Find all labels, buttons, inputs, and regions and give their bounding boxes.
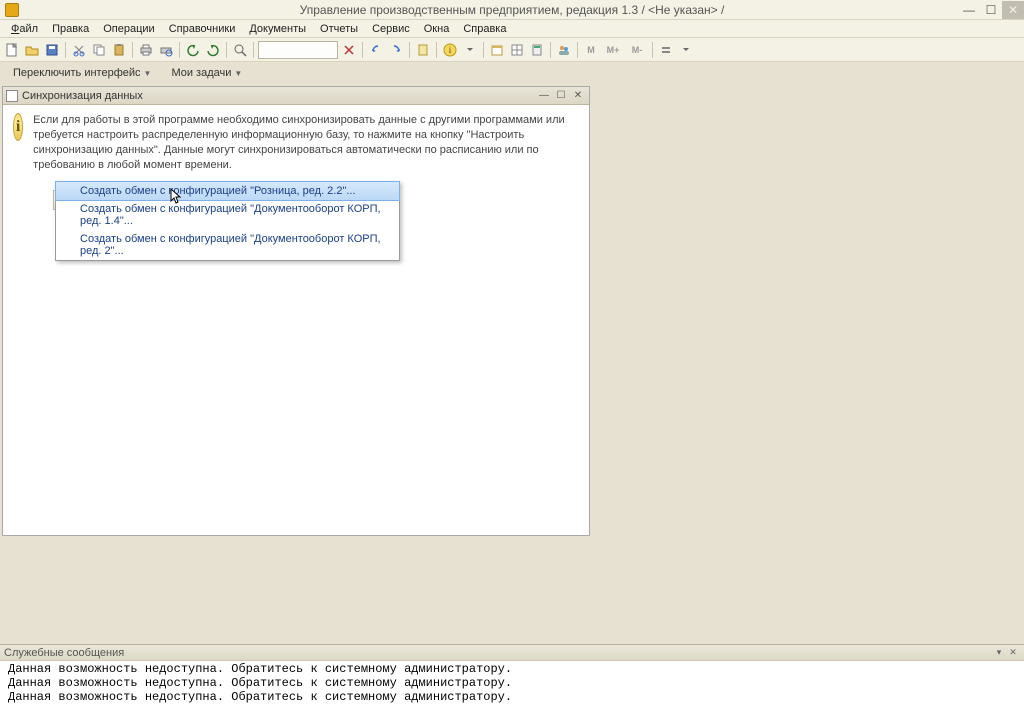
messages-titlebar: Служебные сообщения ▾ ✕ [0,645,1024,661]
tab-switch-interface[interactable]: Переключить интерфейс ▼ [5,65,159,81]
chevron-down-icon: ▼ [234,69,242,78]
main-toolbar: i M M+ M- [0,38,1024,62]
toolbar-separator [253,42,254,58]
tab-my-tasks[interactable]: Мои задачи ▼ [163,65,250,81]
toolbar-separator [652,42,653,58]
menu-file[interactable]: Файл [4,21,45,37]
copy-icon[interactable] [90,41,108,59]
calendar-icon[interactable] [488,41,506,59]
menu-windows[interactable]: Окна [417,21,457,37]
menu-edit[interactable]: Правка [45,21,96,37]
undo-icon[interactable] [184,41,202,59]
clipboard-icon[interactable] [414,41,432,59]
messages-collapse-button[interactable]: ▾ [992,647,1006,659]
sync-window-title: Синхронизация данных [22,90,535,102]
save-icon[interactable] [43,41,61,59]
sync-window: Синхронизация данных — ☐ ✕ i Если для ра… [2,86,590,536]
grid-icon[interactable] [508,41,526,59]
messages-panel: Служебные сообщения ▾ ✕ Данная возможнос… [0,644,1024,719]
toolbar-separator [483,42,484,58]
paste-icon[interactable] [110,41,128,59]
sync-dropdown-menu: Создать обмен с конфигурацией "Розница, … [55,181,400,261]
sync-minimize-button[interactable]: — [536,89,552,103]
tabs-bar: Переключить интерфейс ▼ Мои задачи ▼ [0,62,1024,84]
cut-icon[interactable] [70,41,88,59]
menu-help[interactable]: Справка [456,21,513,37]
message-line: Данная возможность недоступна. Обратитес… [8,663,1016,677]
toolbar-separator [550,42,551,58]
settings-icon[interactable] [657,41,675,59]
window-title: Управление производственным предприятием… [0,3,1024,17]
toolbar-separator [577,42,578,58]
chevron-down-icon: ▼ [144,69,152,78]
info-dropdown-icon[interactable] [461,41,479,59]
menu-documents[interactable]: Документы [242,21,313,37]
redo-icon[interactable] [204,41,222,59]
m-button[interactable]: M [582,41,600,59]
dropdown-item-doc-1-4[interactable]: Создать обмен с конфигурацией "Документо… [56,200,399,230]
toolbar-separator [179,42,180,58]
sync-window-titlebar: Синхронизация данных — ☐ ✕ [3,87,589,105]
menu-service[interactable]: Сервис [365,21,417,37]
sync-close-button[interactable]: ✕ [570,89,586,103]
menu-reports[interactable]: Отчеты [313,21,365,37]
menu-operations[interactable]: Операции [96,21,161,37]
menu-bar: Файл Правка Операции Справочники Докумен… [0,20,1024,38]
message-line: Данная возможность недоступна. Обратитес… [8,691,1016,705]
tab-label: Мои задачи [171,67,231,79]
calc-icon[interactable] [528,41,546,59]
title-bar: Управление производственным предприятием… [0,0,1024,20]
info-text: Если для работы в этой программе необход… [33,113,579,172]
settings-dropdown-icon[interactable] [677,41,695,59]
dropdown-item-roznitsa[interactable]: Создать обмен с конфигурацией "Розница, … [55,181,400,201]
users-icon[interactable] [555,41,573,59]
toolbar-separator [362,42,363,58]
open-icon[interactable] [23,41,41,59]
tab-label: Переключить интерфейс [13,67,141,79]
nav-back-icon[interactable] [367,41,385,59]
workspace: Синхронизация данных — ☐ ✕ i Если для ра… [0,84,1024,644]
info-icon: i [13,113,23,141]
print-preview-icon[interactable] [157,41,175,59]
messages-close-button[interactable]: ✕ [1006,647,1020,659]
print-icon[interactable] [137,41,155,59]
toolbar-separator [132,42,133,58]
toolbar-separator [226,42,227,58]
messages-body[interactable]: Данная возможность недоступна. Обратитес… [0,661,1024,719]
new-doc-icon[interactable] [3,41,21,59]
toolbar-separator [409,42,410,58]
message-line: Данная возможность недоступна. Обратитес… [8,677,1016,691]
toolbar-dropdown[interactable] [258,41,338,59]
m-plus-button[interactable]: M+ [602,41,624,59]
messages-title: Служебные сообщения [4,647,124,659]
info-block: i Если для работы в этой программе необх… [13,113,579,172]
nav-forward-icon[interactable] [387,41,405,59]
info-icon[interactable]: i [441,41,459,59]
dropdown-item-doc-2[interactable]: Создать обмен с конфигурацией "Документо… [56,230,399,260]
find-icon[interactable] [231,41,249,59]
sync-maximize-button[interactable]: ☐ [553,89,569,103]
clear-icon[interactable] [340,41,358,59]
m-minus-button[interactable]: M- [626,41,648,59]
toolbar-separator [436,42,437,58]
menu-references[interactable]: Справочники [162,21,243,37]
toolbar-separator [65,42,66,58]
window-icon [6,90,18,102]
